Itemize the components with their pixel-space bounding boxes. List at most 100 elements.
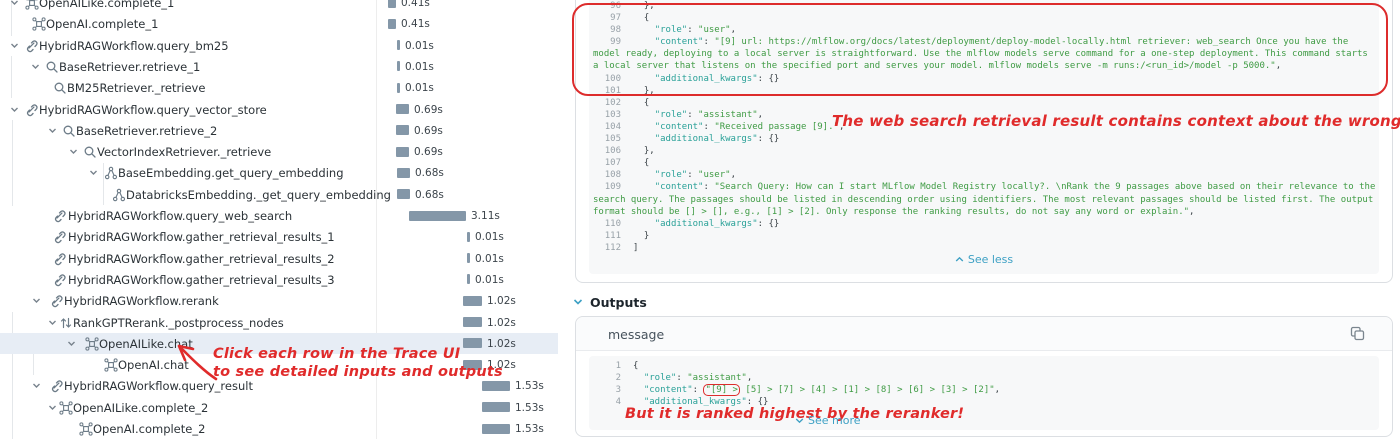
- trace-row-HybridRAGWorkflow.query_vector_store[interactable]: HybridRAGWorkflow.query_vector_store0.69…: [0, 99, 558, 120]
- span-label: HybridRAGWorkflow.gather_retrieval_resul…: [68, 230, 335, 244]
- link-icon: [53, 230, 67, 244]
- outputs-json: 1{2 "role": "assistant",3 "content": "[9…: [593, 360, 1377, 408]
- duration-bar: [467, 253, 470, 263]
- llm-icon: [79, 422, 93, 436]
- chevron-down-icon[interactable]: [31, 380, 43, 392]
- chevron-down-icon[interactable]: [31, 295, 43, 307]
- duration-label: 0.01s: [405, 82, 434, 94]
- trace-row-OpenAILike.complete_2[interactable]: OpenAILike.complete_2 1.53s: [0, 397, 558, 418]
- chevron-down-icon[interactable]: [47, 402, 59, 414]
- duration-label: 0.69s: [414, 146, 443, 158]
- line-number: 1: [593, 360, 621, 372]
- line-number: 2: [593, 372, 621, 384]
- trace-row-HybridRAGWorkflow.query_web_search[interactable]: HybridRAGWorkflow.query_web_search3.11s: [0, 205, 558, 226]
- annotation-wrong-topic: The web search retrieval result contains…: [832, 112, 1400, 130]
- span-label: BaseEmbedding.get_query_embedding: [118, 166, 344, 180]
- span-label: OpenAI.complete_1: [46, 17, 158, 31]
- trace-row-DatabricksEmbedding._get_query_embedding[interactable]: DatabricksEmbedding._get_query_embedding…: [0, 184, 558, 205]
- span-label: HybridRAGWorkflow.rerank: [64, 294, 219, 308]
- link-icon: [53, 273, 67, 287]
- duration-label: 1.53s: [515, 402, 544, 414]
- duration-bar: [397, 168, 410, 178]
- trace-row-BaseRetriever.retrieve_1[interactable]: BaseRetriever.retrieve_10.01s: [0, 56, 558, 77]
- duration-label: 1.53s: [515, 380, 544, 392]
- duration-bar: [397, 83, 400, 93]
- code-line: 105 "additional_kwargs": {}: [593, 133, 1377, 145]
- trace-row-RankGPTRerank._postprocess_nodes[interactable]: RankGPTRerank._postprocess_nodes1.02s: [0, 312, 558, 333]
- trace-row-VectorIndexRetriever._retrieve[interactable]: VectorIndexRetriever._retrieve0.69s: [0, 141, 558, 162]
- code-line: 108 "role": "user",: [593, 169, 1377, 181]
- span-label: OpenAI.chat: [118, 358, 189, 372]
- line-number: 110: [593, 218, 621, 230]
- line-number: 101: [593, 85, 621, 97]
- code-line: 101 },: [593, 85, 1377, 97]
- chevron-down-icon[interactable]: [47, 317, 59, 329]
- retriever-icon: [62, 124, 76, 138]
- duration-label: 0.68s: [415, 167, 444, 179]
- chevron-up-icon: [955, 256, 964, 263]
- line-number: 105: [593, 133, 621, 145]
- line-number: 96: [593, 0, 621, 12]
- code-line: 96 },: [593, 0, 1377, 12]
- see-less-link[interactable]: See less: [955, 253, 1013, 266]
- duration-label: 0.01s: [475, 253, 504, 265]
- trace-row-HybridRAGWorkflow.gather_retrieval_results_1[interactable]: HybridRAGWorkflow.gather_retrieval_resul…: [0, 226, 558, 247]
- trace-row-BaseEmbedding.get_query_embedding[interactable]: BaseEmbedding.get_query_embedding 0.68s: [0, 162, 558, 183]
- duration-bar: [409, 211, 466, 221]
- trace-row-OpenAI.complete_2[interactable]: OpenAI.complete_21.53s: [0, 418, 558, 439]
- span-label: OpenAILike.complete_2: [73, 401, 208, 415]
- trace-row-OpenAILike.complete_1[interactable]: OpenAILike.complete_10.41s: [0, 0, 558, 13]
- chevron-down-icon[interactable]: [30, 61, 42, 73]
- llm-icon: [85, 337, 99, 351]
- line-number: 111: [593, 230, 621, 242]
- retriever-icon: [53, 81, 67, 95]
- llm-icon: [59, 401, 73, 415]
- line-number: 109: [593, 181, 621, 193]
- span-label: HybridRAGWorkflow.gather_retrieval_resul…: [68, 252, 335, 266]
- code-line: 110 "additional_kwargs": {}: [593, 218, 1377, 230]
- chevron-down-icon[interactable]: [9, 40, 21, 52]
- span-label: BM25Retriever._retrieve: [67, 81, 205, 95]
- section-chevron-down-icon[interactable]: [573, 298, 583, 306]
- duration-bar: [463, 317, 482, 327]
- line-number: 108: [593, 169, 621, 181]
- duration-label: 0.01s: [475, 231, 504, 243]
- copy-icon[interactable]: [1350, 326, 1366, 342]
- duration-bar: [482, 402, 510, 412]
- span-label: HybridRAGWorkflow.gather_retrieval_resul…: [68, 273, 335, 287]
- duration-bar: [388, 0, 396, 8]
- span-label: HybridRAGWorkflow.query_vector_store: [39, 103, 267, 117]
- line-number: 98: [593, 24, 621, 36]
- chevron-down-icon[interactable]: [9, 0, 21, 9]
- chevron-down-icon[interactable]: [66, 338, 78, 350]
- chevron-down-icon[interactable]: [88, 167, 100, 179]
- duration-label: 0.01s: [475, 274, 504, 286]
- duration-bar: [396, 147, 409, 157]
- chevron-down-icon: [795, 417, 804, 424]
- trace-row-HybridRAGWorkflow.rerank[interactable]: HybridRAGWorkflow.rerank 1.02s: [0, 290, 558, 311]
- code-line: 97 {: [593, 12, 1377, 24]
- trace-row-HybridRAGWorkflow.gather_retrieval_results_2[interactable]: HybridRAGWorkflow.gather_retrieval_resul…: [0, 248, 558, 269]
- line-number: 100: [593, 73, 621, 85]
- llm-icon: [25, 0, 39, 10]
- trace-tree-panel: OpenAILike.complete_10.41sOpenAI.complet…: [0, 0, 560, 439]
- see-more-link[interactable]: See more: [795, 414, 861, 427]
- trace-row-HybridRAGWorkflow.query_bm25[interactable]: HybridRAGWorkflow.query_bm250.01s: [0, 35, 558, 56]
- span-label: HybridRAGWorkflow.query_result: [64, 379, 253, 393]
- duration-label: 1.53s: [515, 423, 544, 435]
- duration-label: 1.02s: [487, 295, 516, 307]
- code-line: 1{: [593, 360, 1377, 372]
- link-icon: [25, 39, 39, 53]
- span-label: HybridRAGWorkflow.query_bm25: [39, 39, 229, 53]
- rerank-icon: [59, 316, 73, 330]
- code-line: 107 {: [593, 157, 1377, 169]
- trace-row-BM25Retriever._retrieve[interactable]: BM25Retriever._retrieve 0.01s: [0, 77, 558, 98]
- span-label: HybridRAGWorkflow.query_web_search: [68, 209, 292, 223]
- trace-row-OpenAI.complete_1[interactable]: OpenAI.complete_10.41s: [0, 13, 558, 34]
- trace-row-HybridRAGWorkflow.gather_retrieval_results_3[interactable]: HybridRAGWorkflow.gather_retrieval_resul…: [0, 269, 558, 290]
- line-number: 4: [593, 396, 621, 408]
- trace-row-BaseRetriever.retrieve_2[interactable]: BaseRetriever.retrieve_20.69s: [0, 120, 558, 141]
- chevron-down-icon[interactable]: [68, 146, 80, 158]
- chevron-down-icon[interactable]: [9, 104, 21, 116]
- chevron-down-icon[interactable]: [47, 125, 59, 137]
